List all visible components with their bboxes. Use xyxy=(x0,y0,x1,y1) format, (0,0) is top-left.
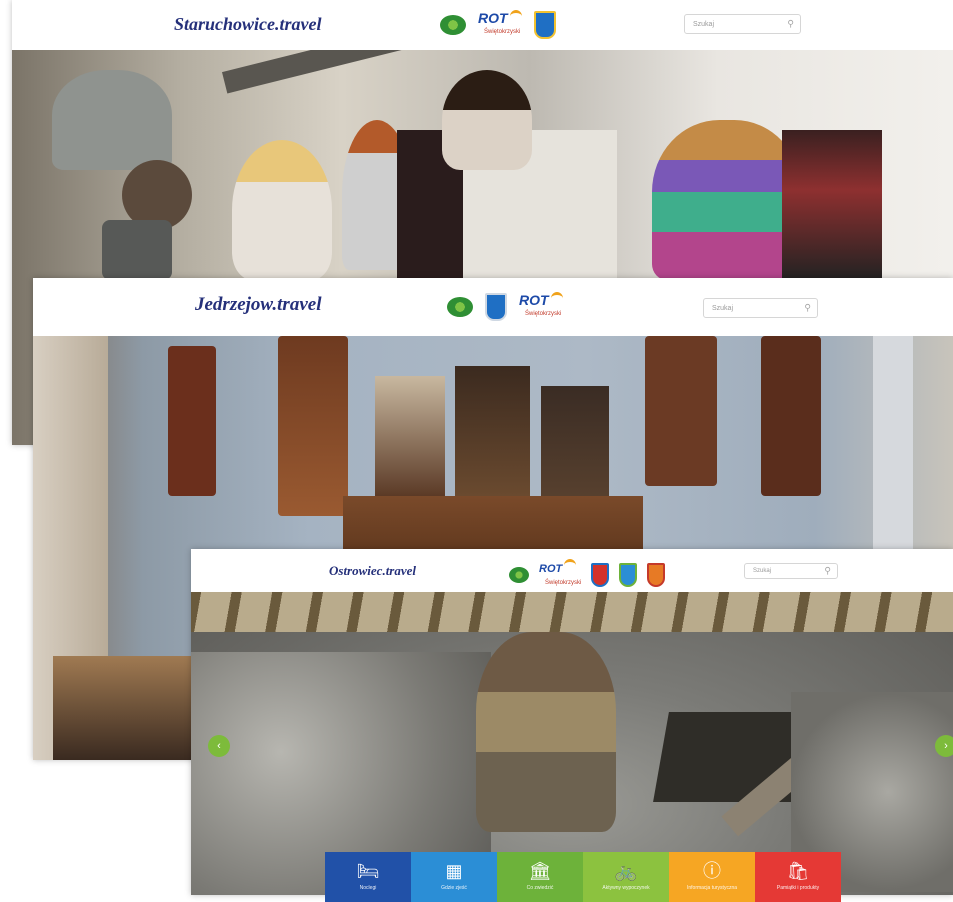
partner-logos: ROT Świętokrzyski xyxy=(447,292,563,321)
eko-logo-icon xyxy=(447,296,473,317)
rot-logo-icon: ROT Świętokrzyski xyxy=(519,292,563,317)
machine-shape xyxy=(52,70,172,170)
search-icon[interactable]: ⚲ xyxy=(804,303,811,314)
site-brand[interactable]: Ostrowiec.travel xyxy=(329,563,416,579)
coat-of-arms-blue-icon xyxy=(619,562,638,587)
wall-clock-right-1 xyxy=(645,336,717,486)
eko-logo-icon xyxy=(509,566,529,583)
partner-logos: ROT Świętokrzyski xyxy=(509,559,666,590)
person-blonde xyxy=(232,140,332,280)
person-dark-hair xyxy=(442,70,532,170)
wall-clock-right-2 xyxy=(761,336,821,496)
rot-logo-icon: ROT Świętokrzyski xyxy=(478,10,522,35)
chevron-left-icon: ‹ xyxy=(217,740,221,752)
search-input[interactable]: Szukaj ⚲ xyxy=(744,563,838,579)
beam-shape xyxy=(222,50,402,94)
chevron-right-icon: › xyxy=(944,740,948,752)
site-brand[interactable]: Staruchowice.travel xyxy=(174,14,322,35)
partner-logos: ROT Świętokrzyski xyxy=(440,10,556,39)
mantel-clock-3 xyxy=(541,386,609,496)
search-input[interactable]: Szukaj ⚲ xyxy=(703,298,818,318)
header-bar: Staruchowice.travel ROT Świętokrzyski Sz… xyxy=(12,0,953,50)
eko-logo-icon xyxy=(440,14,466,35)
mantel-clock-2 xyxy=(455,366,530,496)
coat-of-arms-blue-icon xyxy=(485,292,507,321)
header-bar: Jedrzejow.travel ROT Świętokrzyski Szuka… xyxy=(33,278,953,336)
site-brand[interactable]: Jedrzejow.travel xyxy=(195,294,321,316)
slider-next-button[interactable]: › xyxy=(935,735,953,757)
slider-prev-button[interactable]: ‹ xyxy=(208,735,230,757)
person-floral-shirt xyxy=(652,120,802,280)
miner-figure xyxy=(476,632,616,832)
search-input[interactable]: Szukaj ⚲ xyxy=(684,14,801,34)
barrel-shape xyxy=(102,220,172,280)
site-panel-ostrowiec: Ostrowiec.travel ROT Świętokrzyski Szuka… xyxy=(191,549,953,895)
roof-beams xyxy=(191,592,953,632)
coat-of-arms-orange-icon xyxy=(647,562,666,587)
bike-icon: 🚲 xyxy=(614,861,638,881)
map-icon: ▦ xyxy=(445,861,463,881)
museum-icon: 🏛 xyxy=(528,861,552,881)
info-icon: ⓘ xyxy=(703,861,721,881)
search-icon[interactable]: ⚲ xyxy=(787,19,794,30)
wall-clock-tall xyxy=(278,336,348,516)
search-icon[interactable]: ⚲ xyxy=(824,566,831,577)
coat-of-arms-red-icon xyxy=(591,562,610,587)
hero-image-flint-mine xyxy=(191,592,953,895)
coat-of-arms-blue-icon xyxy=(533,10,556,39)
mantel-clock-1 xyxy=(375,376,445,496)
equipment-rack xyxy=(782,130,882,280)
bag-icon: 🛍 xyxy=(786,861,810,881)
wall-clock-left xyxy=(168,346,216,496)
rot-logo-icon: ROT Świętokrzyski xyxy=(539,559,581,590)
bed-icon: 🛏 xyxy=(356,861,380,881)
header-bar: Ostrowiec.travel ROT Świętokrzyski Szuka… xyxy=(191,549,953,592)
